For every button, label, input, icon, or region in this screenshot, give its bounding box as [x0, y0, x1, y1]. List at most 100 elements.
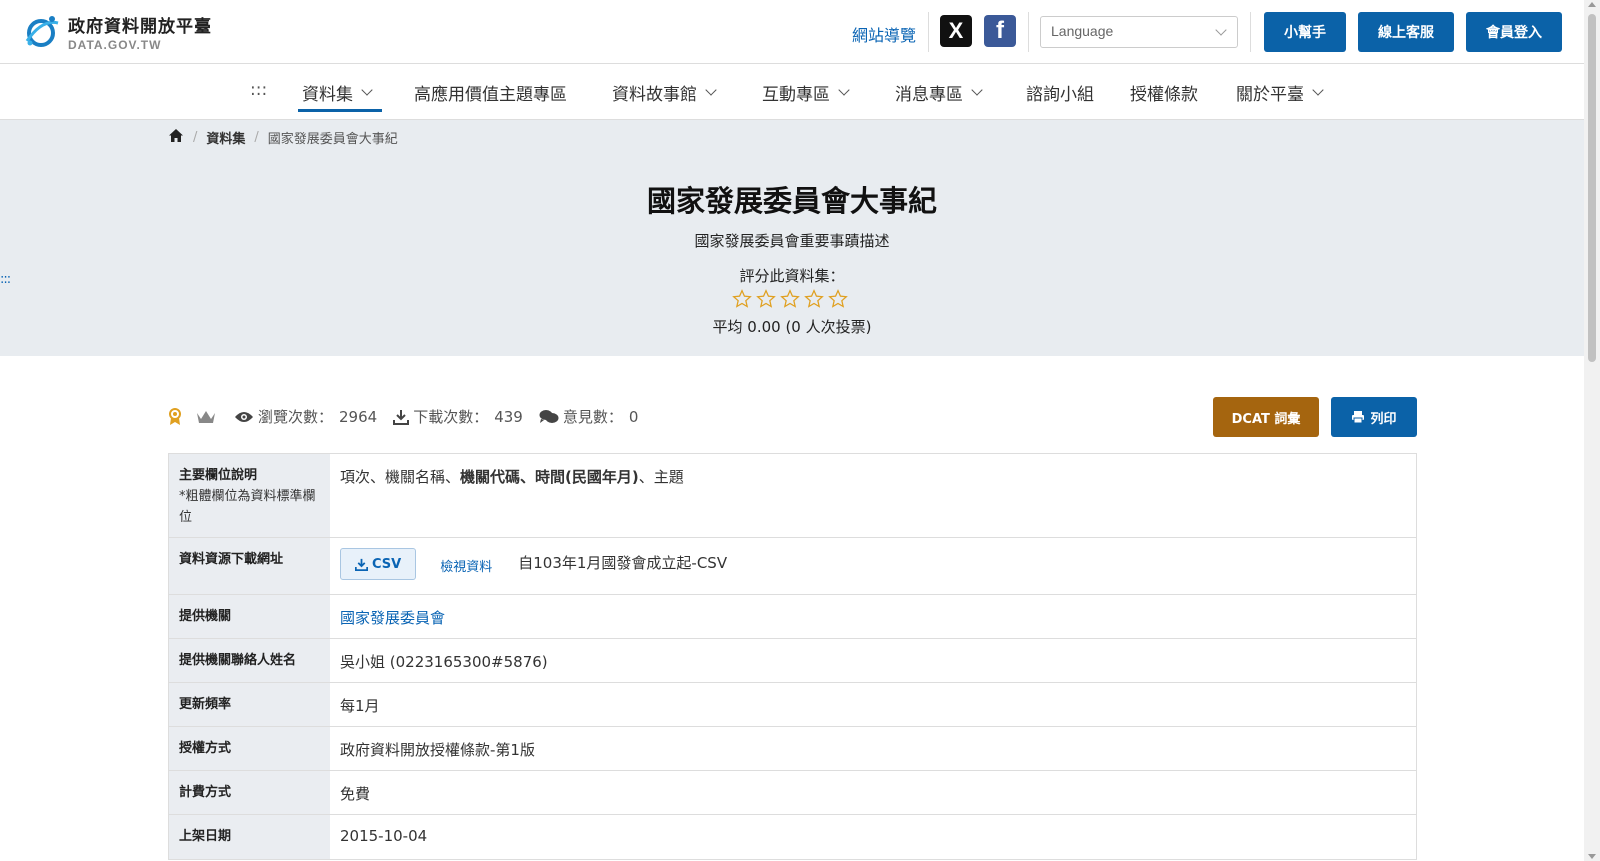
nav-item-high-value[interactable]: 高應用價值主題專區	[414, 80, 567, 105]
row-header: 主要欄位說明 *粗體欄位為資料標準欄位	[169, 454, 330, 537]
fields-normal-text: 項次、機關名稱、	[340, 468, 461, 486]
fields-label: 主要欄位說明	[179, 468, 258, 483]
table-row: 計費方式 免費	[169, 771, 1416, 815]
star-icon[interactable]	[828, 289, 848, 309]
star-icon[interactable]	[780, 289, 800, 309]
logo-title: 政府資料開放平臺	[68, 17, 212, 37]
print-button-label: 列印	[1370, 411, 1397, 427]
home-icon[interactable]	[168, 128, 184, 147]
logo-subtitle: DATA.GOV.TW	[68, 38, 162, 52]
rating-prompt: 評分此資料集：	[739, 267, 845, 285]
table-row: 提供機關 國家發展委員會	[169, 595, 1416, 639]
scroll-up-icon[interactable]	[1588, 2, 1596, 7]
provider-link[interactable]: 國家發展委員會	[340, 609, 445, 627]
row-header: 計費方式	[169, 771, 330, 814]
rating-stars	[732, 289, 848, 309]
nav-accesskey[interactable]: :::	[250, 80, 267, 100]
nav-item-interactive[interactable]: 互動專區	[762, 80, 850, 105]
dataset-info-table: 主要欄位說明 *粗體欄位為資料標準欄位 項次、機關名稱、機關代碼、時間(民國年月…	[168, 453, 1417, 860]
comments-icon	[539, 409, 559, 425]
view-count-label: 瀏覽次數：	[258, 408, 334, 426]
nav-item-stories[interactable]: 資料故事館	[612, 80, 717, 105]
download-icon	[393, 409, 410, 425]
star-icon[interactable]	[804, 289, 824, 309]
view-count-value: 2964	[339, 407, 378, 426]
badge-icon	[168, 407, 182, 426]
dataset-stats: 瀏覽次數： 2964 下載次數： 439 意見數： 0	[168, 406, 654, 427]
row-header: 上架日期	[169, 815, 330, 859]
facebook-share-icon[interactable]: f	[984, 15, 1016, 47]
nav-item-label: 資料集	[302, 85, 353, 105]
nav-item-datasets[interactable]: 資料集	[302, 80, 373, 105]
row-header: 更新頻率	[169, 683, 330, 726]
page-title: 國家發展委員會大事紀	[646, 184, 937, 218]
breadcrumb-separator: /	[254, 130, 259, 145]
star-icon[interactable]	[732, 289, 752, 309]
contact-value: 吳小姐 (0223165300#5876)	[340, 653, 548, 671]
breadcrumb-current: 國家發展委員會大事紀	[267, 132, 398, 147]
download-count: 下載次數： 439	[393, 406, 523, 427]
csv-download-button[interactable]: CSV	[340, 548, 417, 580]
nav-item-label: 諮詢小組	[1026, 85, 1094, 105]
view-data-link[interactable]: 檢視資料	[440, 556, 492, 575]
csv-button-label: CSV	[372, 556, 402, 572]
scroll-down-icon[interactable]	[1588, 854, 1596, 859]
download-count-label: 下載次數：	[413, 408, 489, 426]
login-button[interactable]: 會員登入	[1466, 12, 1562, 52]
comment-count-value: 0	[628, 407, 639, 426]
nav-item-about[interactable]: 關於平臺	[1236, 80, 1324, 105]
nav-item-advisory[interactable]: 諮詢小組	[1026, 80, 1094, 105]
logo-icon	[22, 13, 62, 51]
crown-icon	[196, 409, 216, 425]
nav-item-label: 消息專區	[895, 85, 963, 105]
provider-value: 國家發展委員會	[330, 595, 1416, 638]
breadcrumb-separator: /	[193, 130, 198, 145]
printer-icon	[1351, 410, 1365, 424]
chevron-down-icon	[1312, 84, 1324, 96]
fields-note: *粗體欄位為資料標準欄位	[179, 488, 316, 525]
support-button[interactable]: 線上客服	[1358, 12, 1454, 52]
breadcrumb-datasets[interactable]: 資料集	[206, 128, 245, 147]
divider	[928, 12, 929, 52]
main-nav: ::: 資料集 高應用價值主題專區 資料故事館 互動專區 消息專區 諮詢小組 授…	[0, 64, 1600, 120]
x-share-icon[interactable]: X	[940, 15, 972, 47]
chevron-down-icon	[705, 84, 717, 96]
nav-item-label: 授權條款	[1130, 85, 1198, 105]
row-header: 資料資源下載網址	[169, 538, 330, 594]
row-header: 提供機關	[169, 595, 330, 638]
dataset-hero: / 資料集 / 國家發展委員會大事紀 ::: 國家發展委員會大事紀 國家發展委員…	[0, 120, 1584, 356]
resource-description: 自103年1月國發會成立起-CSV	[518, 554, 728, 572]
print-button[interactable]: 列印	[1331, 397, 1417, 437]
table-row: 更新頻率 每1月	[169, 683, 1416, 727]
scroll-thumb[interactable]	[1588, 14, 1596, 362]
view-count: 瀏覽次數： 2964	[234, 406, 377, 427]
chevron-down-icon	[971, 84, 983, 96]
nav-item-license[interactable]: 授權條款	[1130, 80, 1198, 105]
nav-item-label: 高應用價值主題專區	[414, 85, 567, 105]
eye-icon	[234, 410, 254, 424]
rating-average: 平均 0.00 (0 人次投票)	[712, 318, 872, 336]
row-header: 授權方式	[169, 727, 330, 770]
download-icon	[355, 558, 368, 571]
row-header: 提供機關聯絡人姓名	[169, 639, 330, 682]
sitemap-link[interactable]: 網站導覽	[852, 22, 916, 46]
language-select[interactable]: Language	[1040, 16, 1238, 48]
comment-count: 意見數： 0	[539, 406, 639, 427]
site-logo[interactable]: 政府資料開放平臺 DATA.GOV.TW	[22, 12, 212, 52]
dcat-button[interactable]: DCAT 詞彙	[1213, 397, 1319, 437]
nav-item-news[interactable]: 消息專區	[895, 80, 983, 105]
page-scrollbar[interactable]	[1584, 0, 1600, 861]
table-row: 上架日期 2015-10-04	[169, 815, 1416, 859]
published-value: 2015-10-04	[340, 827, 428, 845]
divider	[1250, 12, 1251, 52]
fee-value: 免費	[340, 785, 371, 803]
table-row: 授權方式 政府資料開放授權條款-第1版	[169, 727, 1416, 771]
site-header: 政府資料開放平臺 DATA.GOV.TW 網站導覽 X f Language 小…	[0, 0, 1600, 64]
star-icon[interactable]	[756, 289, 776, 309]
resource-value: CSV 檢視資料 自103年1月國發會成立起-CSV	[330, 538, 1416, 594]
helper-button[interactable]: 小幫手	[1264, 12, 1346, 52]
language-select-value: Language	[1051, 23, 1114, 39]
fields-value: 項次、機關名稱、機關代碼、時間(民國年月)、主題	[330, 454, 1416, 537]
frequency-value: 每1月	[340, 697, 380, 715]
comment-count-label: 意見數：	[562, 408, 623, 426]
